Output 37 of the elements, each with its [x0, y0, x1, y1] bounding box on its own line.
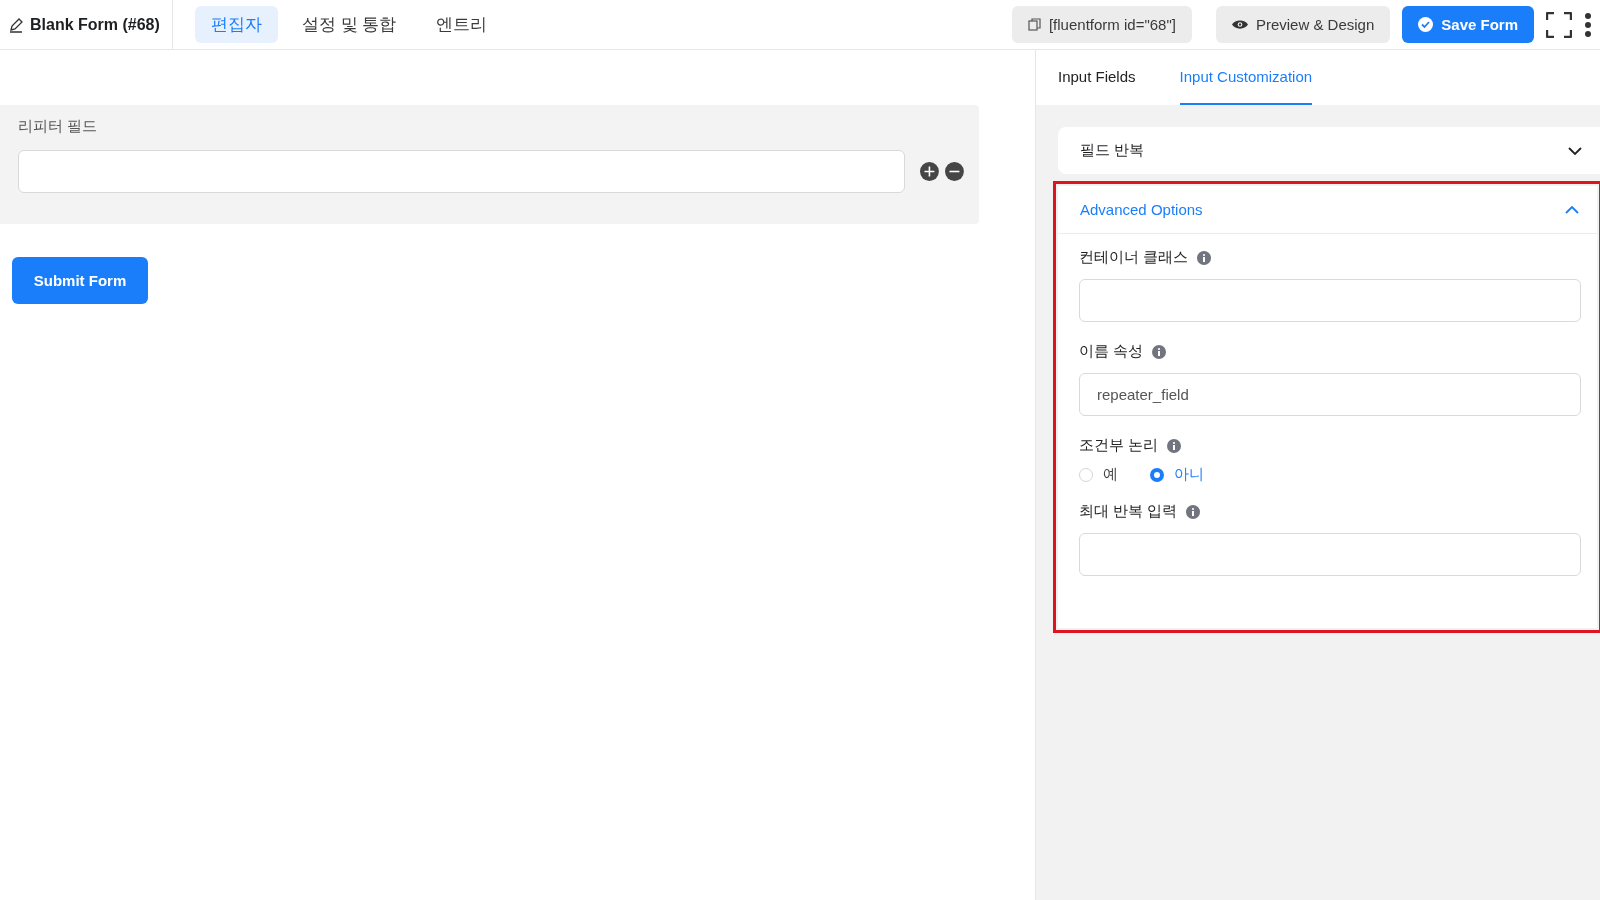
nav-tab[interactable]: 설정 및 통합	[285, 6, 413, 43]
panel-tab[interactable]: Input Customization	[1179, 50, 1313, 105]
radio-label: 아니	[1174, 465, 1204, 484]
panel-tab[interactable]: Input Fields	[1058, 50, 1136, 105]
field-label: 컨테이너 클래스	[1079, 248, 1189, 267]
section-title[interactable]: 필드 반복	[1080, 141, 1145, 160]
info-icon	[1152, 344, 1167, 359]
chevron-up-icon[interactable]	[1565, 205, 1579, 214]
text-input[interactable]: repeater_field	[1079, 373, 1581, 416]
nav-tab[interactable]: 엔트리	[420, 6, 504, 43]
repeater-input[interactable]	[18, 150, 906, 193]
info-icon	[1197, 250, 1212, 265]
fullscreen-icon[interactable]	[1546, 11, 1572, 38]
pen-icon	[8, 16, 24, 33]
form-title: Blank Form (#68)	[30, 15, 160, 34]
info-icon	[1186, 504, 1201, 519]
radio-button[interactable]	[1150, 467, 1164, 482]
text-input[interactable]	[1079, 533, 1581, 576]
field-label: 조건부 논리	[1079, 436, 1159, 455]
copy-icon	[1027, 18, 1041, 31]
field-label: 최대 반복 입력	[1079, 502, 1178, 521]
eye-icon	[1231, 19, 1248, 30]
more-options-icon[interactable]	[1584, 11, 1592, 38]
field-label: 리피터 필드	[18, 117, 99, 136]
chevron-down-icon[interactable]	[1568, 146, 1582, 155]
text-input[interactable]	[1079, 279, 1581, 322]
check-circle-icon	[1418, 17, 1434, 32]
radio-label: 예	[1103, 465, 1118, 484]
add-row-icon[interactable]	[920, 162, 940, 181]
shortcode-button[interactable]: [fluentform id="68"]	[1011, 6, 1192, 43]
info-icon	[1167, 438, 1182, 453]
preview-button[interactable]: Preview & Design	[1215, 6, 1391, 43]
section-title[interactable]: Advanced Options	[1080, 201, 1203, 218]
save-button[interactable]: Save Form	[1402, 6, 1534, 43]
remove-row-icon[interactable]	[945, 162, 964, 181]
field-label: 이름 속성	[1079, 342, 1144, 361]
submit-button[interactable]: Submit Form	[12, 257, 148, 304]
